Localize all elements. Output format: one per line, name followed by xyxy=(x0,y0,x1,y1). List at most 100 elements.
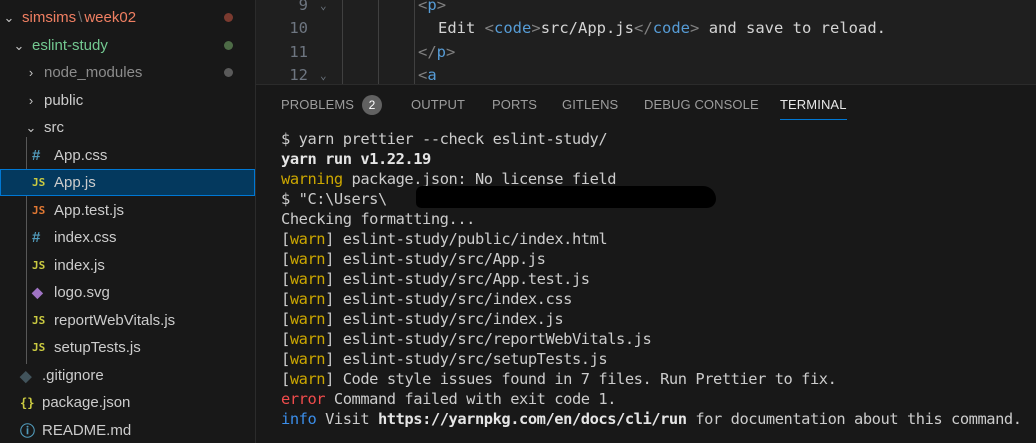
tree-folder-eslint-study[interactable]: ⌄ eslint-study xyxy=(0,32,255,59)
fold-chevron-icon[interactable]: ⌄ xyxy=(320,69,327,82)
active-tab-indicator xyxy=(780,119,847,120)
fold-chevron-icon[interactable]: ⌄ xyxy=(320,0,327,12)
terminal-output[interactable]: $ yarn prettier --check eslint-study/ ya… xyxy=(281,129,1036,429)
tree-file-app-css[interactable]: # App.css xyxy=(0,142,255,169)
terminal-text: eslint-study/src/index.css xyxy=(342,290,573,308)
tab-problems[interactable]: PROBLEMS 2 xyxy=(281,85,383,125)
tree-label: README.md xyxy=(42,422,132,439)
tag-name: code xyxy=(652,19,691,37)
breadcrumb-separator: \ xyxy=(78,9,83,26)
warn-tag: warn xyxy=(289,270,326,288)
tree-folder-public[interactable]: › public xyxy=(0,87,255,114)
tag-name: code xyxy=(494,19,532,37)
tree-label: eslint-study xyxy=(32,37,108,54)
error-label: error xyxy=(281,390,326,408)
test-js-file-icon: JS xyxy=(32,204,46,217)
terminal-text: Command failed with exit code 1. xyxy=(325,390,617,408)
terminal-line: [warn] eslint-study/src/setupTests.js xyxy=(281,350,608,368)
tab-gitlens[interactable]: GITLENS xyxy=(562,85,618,125)
code-line[interactable]: 11 </p> xyxy=(256,41,1036,63)
terminal-text: for documentation about this command. xyxy=(686,410,1022,428)
tab-label: TERMINAL xyxy=(780,97,847,112)
tree-file-app-test-js[interactable]: JS App.test.js xyxy=(0,197,255,224)
explorer-sidebar: ⌄ simsims \ week02 ⌄ eslint-study › node… xyxy=(0,0,256,443)
tag-bracket: > xyxy=(446,43,456,61)
warn-tag: warn xyxy=(289,290,326,308)
tag-name: p xyxy=(436,43,447,61)
css-file-icon: # xyxy=(32,229,41,246)
terminal-line: error Command failed with exit code 1. xyxy=(281,389,1036,409)
tag-name: a xyxy=(427,66,437,84)
tree-label: index.js xyxy=(54,257,105,274)
status-dot xyxy=(224,68,233,77)
tree-file-app-js[interactable]: JS App.js xyxy=(0,169,255,196)
tag-bracket: > xyxy=(531,19,541,37)
tree-file-setup-tests[interactable]: JS setupTests.js xyxy=(0,334,255,361)
terminal-text: eslint-study/src/index.js xyxy=(342,310,564,328)
tree-file-readme[interactable]: ⓘ README.md xyxy=(0,417,255,443)
terminal-line: yarn run v1.22.19 xyxy=(281,150,431,168)
warn-tag: warn xyxy=(289,250,326,268)
tree-file-index-css[interactable]: # index.css xyxy=(0,224,255,251)
tag-bracket: > xyxy=(436,0,447,14)
js-file-icon: JS xyxy=(32,176,46,189)
terminal-line: [warn] eslint-study/public/index.html xyxy=(281,230,608,248)
warn-tag: warn xyxy=(289,350,326,368)
tab-debug-console[interactable]: DEBUG CONSOLE xyxy=(644,85,759,125)
terminal-line: [warn] eslint-study/src/index.css xyxy=(281,290,573,308)
tab-terminal[interactable]: TERMINAL xyxy=(780,85,847,125)
tree-label: public xyxy=(44,92,84,109)
breadcrumb-root: simsims xyxy=(22,9,77,26)
terminal-line: [warn] Code style issues found in 7 file… xyxy=(281,370,837,388)
git-file-icon: ◆ xyxy=(20,367,32,385)
tree-folder-node-modules[interactable]: › node_modules xyxy=(0,59,255,86)
line-number: 10 xyxy=(289,19,308,37)
line-number: 9 xyxy=(298,0,308,14)
js-file-icon: JS xyxy=(32,341,46,354)
code-line[interactable]: 12 ⌄ <a xyxy=(256,64,1036,84)
tab-label: PROBLEMS xyxy=(281,97,355,112)
tag-bracket: > xyxy=(690,19,700,37)
tree-label: package.json xyxy=(42,394,131,411)
tag-bracket: < xyxy=(418,66,428,84)
tag-bracket: </ xyxy=(418,43,437,61)
tree-label: reportWebVitals.js xyxy=(54,312,176,329)
terminal-line: [warn] eslint-study/src/App.js xyxy=(281,250,546,268)
chevron-right-icon: › xyxy=(28,65,34,80)
chevron-down-icon: ⌄ xyxy=(13,37,25,53)
bottom-panel: PROBLEMS 2 OUTPUT PORTS GITLENS DEBUG CON… xyxy=(256,84,1036,443)
terminal-text: eslint-study/src/App.js xyxy=(342,250,546,268)
terminal-link[interactable]: https://yarnpkg.com/en/docs/cli/run xyxy=(378,410,687,428)
terminal-text: Visit xyxy=(316,410,378,428)
code-line[interactable]: 9 ⌄ <p> xyxy=(256,0,1036,16)
tree-file-gitignore[interactable]: ◆ .gitignore xyxy=(0,362,255,389)
tree-label: src xyxy=(44,119,64,136)
terminal-text: eslint-study/public/index.html xyxy=(342,230,608,248)
workspace-breadcrumb[interactable]: ⌄ simsims \ week02 xyxy=(0,4,255,31)
warning-label: warning xyxy=(281,170,343,188)
terminal-line: $ yarn prettier --check eslint-study/ xyxy=(281,130,608,148)
tab-output[interactable]: OUTPUT xyxy=(411,85,465,125)
tree-label: setupTests.js xyxy=(54,339,141,356)
line-number: 12 xyxy=(289,66,308,84)
tree-file-index-js[interactable]: JS index.js xyxy=(0,252,255,279)
tree-file-package-json[interactable]: {} package.json xyxy=(0,389,255,416)
js-file-icon: JS xyxy=(32,314,46,327)
tag-name: p xyxy=(427,0,437,14)
tab-ports[interactable]: PORTS xyxy=(492,85,537,125)
terminal-text: eslint-study/src/App.test.js xyxy=(342,270,590,288)
css-file-icon: # xyxy=(32,147,41,164)
terminal-text: Code style issues found in 7 files. Run … xyxy=(333,370,837,388)
terminal-text: eslint-study/src/setupTests.js xyxy=(342,350,608,368)
warn-tag: warn xyxy=(289,230,326,248)
tree-file-logo-svg[interactable]: ◆ logo.svg xyxy=(0,279,255,306)
terminal-text: eslint-study/src/reportWebVitals.js xyxy=(342,330,652,348)
code-text: Edit xyxy=(438,19,485,37)
tree-folder-src[interactable]: ⌄ src xyxy=(0,114,255,141)
code-editor[interactable]: 9 ⌄ <p> 10 Edit <code>src/App.js</code> … xyxy=(256,0,1036,84)
tree-file-report-web-vitals[interactable]: JS reportWebVitals.js xyxy=(0,307,255,334)
warn-tag: warn xyxy=(289,310,326,328)
code-line[interactable]: 10 Edit <code>src/App.js</code> and save… xyxy=(256,17,1036,39)
tree-label: logo.svg xyxy=(54,284,110,301)
terminal-line: Checking formatting... xyxy=(281,210,475,228)
